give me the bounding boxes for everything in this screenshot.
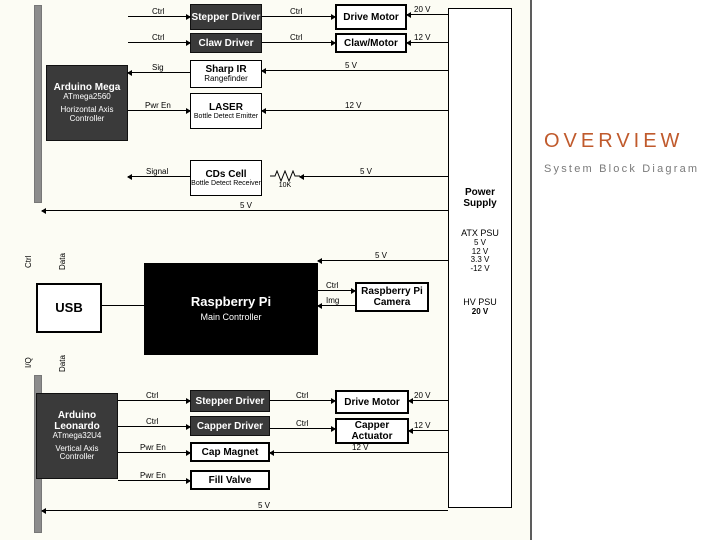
wire xyxy=(270,452,448,453)
block-diagram: Arduino Mega ATmega2560 Horizontal Axis … xyxy=(0,0,530,540)
label-12v: 12 V xyxy=(414,33,430,42)
wire xyxy=(42,210,448,211)
label-ctrl: Ctrl xyxy=(296,391,308,400)
label-sig: Sig xyxy=(152,63,164,72)
block-drive-motor-2: Drive Motor xyxy=(335,390,409,414)
label-5v: 5 V xyxy=(258,501,270,510)
label-ctrl-v: Ctrl xyxy=(24,256,33,268)
wire xyxy=(318,260,448,261)
block-fill-valve: Fill Valve xyxy=(190,470,270,490)
block-cds-cell: CDs Cell Bottle Detect Receiver xyxy=(190,160,262,196)
wire xyxy=(318,290,355,291)
label-pwren: Pwr En xyxy=(140,443,166,452)
wire xyxy=(128,110,190,111)
block-arduino-mega: Arduino Mega ATmega2560 Horizontal Axis … xyxy=(46,65,128,141)
label-iq-v: I/Q xyxy=(24,357,33,368)
label-5v: 5 V xyxy=(240,201,252,210)
sidebar-divider xyxy=(530,0,532,540)
wire xyxy=(300,176,448,177)
block-laser: LASER Bottle Detect Emitter xyxy=(190,93,262,129)
label-5v: 5 V xyxy=(345,61,357,70)
wire xyxy=(118,452,190,453)
wire xyxy=(42,510,448,511)
label-img: Img xyxy=(326,296,339,305)
block-cap-magnet: Cap Magnet xyxy=(190,442,270,462)
wire xyxy=(118,400,190,401)
label-pwren: Pwr En xyxy=(140,471,166,480)
label-ctrl: Ctrl xyxy=(146,391,158,400)
psu-atx-3: -12 V xyxy=(470,265,489,274)
label-12v: 12 V xyxy=(414,421,430,430)
wire xyxy=(407,42,448,43)
wire xyxy=(118,426,190,427)
block-drive-motor-1: Drive Motor xyxy=(335,4,407,30)
wire xyxy=(407,14,448,15)
leo-sub1: ATmega32U4 xyxy=(53,432,102,441)
label-data-v: Data xyxy=(58,253,67,270)
label-12v: 12 V xyxy=(352,443,368,452)
block-capper-actuator: Capper Actuator xyxy=(335,418,409,444)
psu-hv-line: 20 V xyxy=(472,308,488,317)
mega-sub2: Horizontal Axis Controller xyxy=(47,106,127,124)
bus-left-upper xyxy=(34,5,42,203)
label-12v: 12 V xyxy=(345,101,361,110)
label-signal: Signal xyxy=(146,167,168,176)
wire xyxy=(262,70,448,71)
sidebar: OVERVIEW System Block Diagram xyxy=(530,0,720,540)
wire xyxy=(318,305,355,306)
label-ctrl: Ctrl xyxy=(152,7,164,16)
block-pi-camera: Raspberry Pi Camera xyxy=(355,282,429,312)
label-ctrl: Ctrl xyxy=(146,417,158,426)
block-power-supply: Power Supply ATX PSU 5 V 12 V 3.3 V -12 … xyxy=(448,8,512,508)
label-20v: 20 V xyxy=(414,5,430,14)
label-ctrl: Ctrl xyxy=(152,33,164,42)
label-ctrl: Ctrl xyxy=(290,7,302,16)
block-stepper-driver-2: Stepper Driver xyxy=(190,390,270,412)
label-5v: 5 V xyxy=(375,251,387,260)
label-data-v: Data xyxy=(58,355,67,372)
wire xyxy=(118,480,190,481)
wire xyxy=(409,430,448,431)
block-arduino-leonardo: Arduino Leonardo ATmega32U4 Vertical Axi… xyxy=(36,393,118,479)
wire xyxy=(409,400,448,401)
page-subtitle: System Block Diagram xyxy=(544,161,706,178)
label-ctrl: Ctrl xyxy=(296,419,308,428)
label-5v: 5 V xyxy=(360,167,372,176)
label-ctrl: Ctrl xyxy=(326,281,338,290)
leo-title: Arduino Leonardo xyxy=(37,410,117,432)
wire xyxy=(128,16,190,17)
wire xyxy=(262,110,448,111)
block-capper-driver: Capper Driver xyxy=(190,416,270,436)
block-raspberry-pi: Raspberry Pi Main Controller xyxy=(144,263,318,355)
psu-title: Power Supply xyxy=(449,187,511,209)
page-title: OVERVIEW xyxy=(544,130,706,153)
wire xyxy=(128,176,190,177)
mega-sub1: ATmega2560 xyxy=(63,93,110,102)
block-claw-motor: Claw/Motor xyxy=(335,33,407,53)
wire xyxy=(102,305,144,306)
wire xyxy=(128,42,190,43)
label-ctrl: Ctrl xyxy=(290,33,302,42)
block-claw-driver: Claw Driver xyxy=(190,33,262,53)
wire xyxy=(262,16,335,17)
wire xyxy=(128,72,190,73)
label-pwren: Pwr En xyxy=(145,101,171,110)
block-sharp-ir: Sharp IR Rangefinder xyxy=(190,60,262,88)
wire xyxy=(270,428,335,429)
resistor-10k: 10K xyxy=(270,170,300,189)
block-stepper-driver-1: Stepper Driver xyxy=(190,4,262,30)
leo-sub2: Vertical Axis Controller xyxy=(37,445,117,463)
wire xyxy=(270,400,335,401)
label-20v: 20 V xyxy=(414,391,430,400)
block-usb: USB xyxy=(36,283,102,333)
wire xyxy=(262,42,335,43)
